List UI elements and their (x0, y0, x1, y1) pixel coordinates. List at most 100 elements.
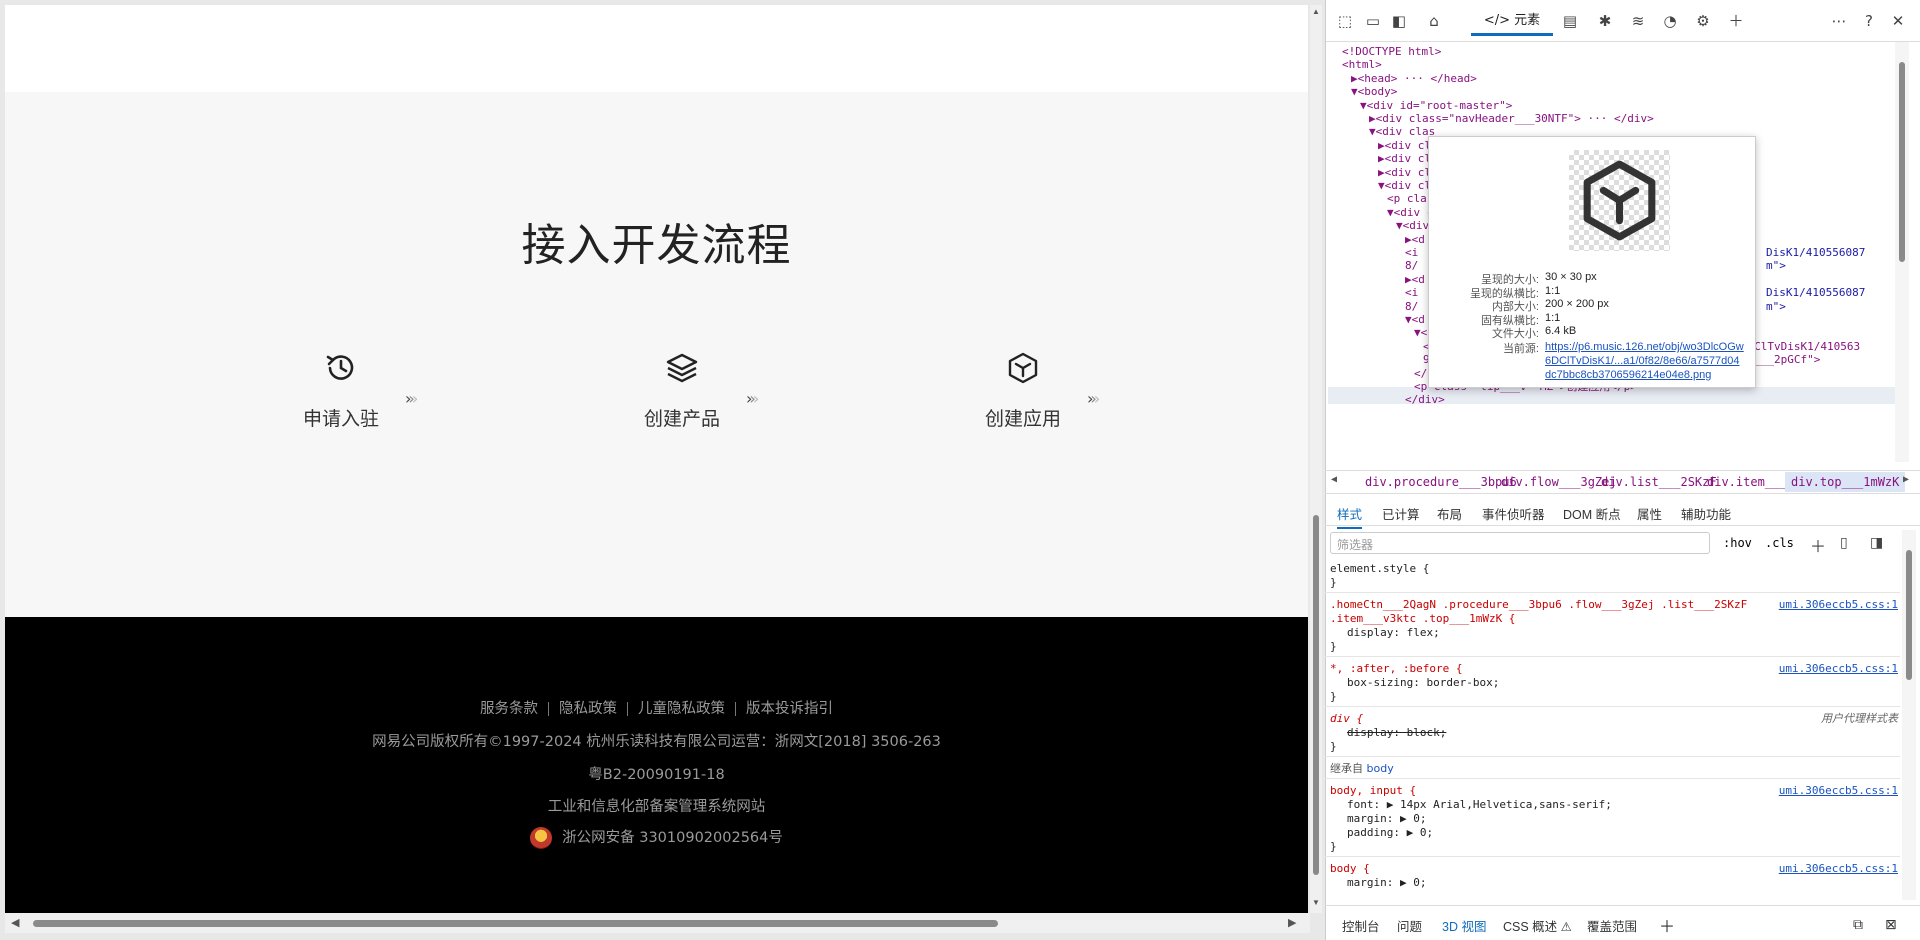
tab-accessibility[interactable]: 辅助功能 (1681, 504, 1731, 523)
tab-3d-view[interactable]: 3D 视图 (1442, 916, 1486, 935)
rule-selector[interactable]: body { (1330, 862, 1370, 876)
page-top-area (5, 5, 1308, 92)
console-icon[interactable]: ▤ (1561, 12, 1579, 30)
breadcrumb-item[interactable]: div.list___2SKzF (1601, 475, 1717, 489)
rule-declaration[interactable]: margin: ▶ 0; (1347, 876, 1426, 890)
tab-layout[interactable]: 布局 (1437, 504, 1462, 523)
performance-icon[interactable]: ◔ (1661, 12, 1679, 30)
rule-source-link[interactable]: umi.306eccb5.css:1 (1779, 862, 1898, 876)
breadcrumb-right-icon[interactable]: ▶ (1903, 474, 1909, 485)
rule-declaration[interactable]: display: block; (1347, 726, 1446, 740)
clock-refresh-icon (326, 355, 354, 380)
scroll-thumb[interactable] (1313, 515, 1319, 875)
brace: } (1330, 740, 1337, 753)
scroll-left-icon[interactable]: ◀ (11, 916, 19, 929)
page-viewport: 接入开发流程 申请入驻 ››› 创建产品 ››› 创建应用 ››› 服务条款 隐… (5, 5, 1308, 913)
complaint-link[interactable]: 版本投诉指引 (746, 701, 833, 717)
layers-icon (666, 353, 698, 383)
tab-coverage[interactable]: 覆盖范围 (1587, 916, 1637, 935)
rule-selector[interactable]: *, :after, :before { (1330, 662, 1462, 676)
rule-selector[interactable]: div { (1330, 712, 1363, 726)
breadcrumb-left-icon[interactable]: ◀ (1331, 474, 1337, 485)
page-horizontal-scrollbar[interactable]: ◀ ▶ (5, 913, 1310, 933)
dock-drawer-icon[interactable]: ⧉ (1853, 916, 1863, 933)
scroll-up-icon[interactable]: ▲ (1310, 7, 1322, 16)
brace: } (1330, 640, 1337, 653)
cube-icon (1583, 160, 1656, 241)
home-icon[interactable]: ⌂ (1425, 12, 1443, 30)
hov-button[interactable]: :hov (1723, 536, 1752, 550)
dom-breadcrumb: ◀ div.procedure___3bpu6 div.flow___3gZej… (1325, 470, 1920, 494)
dom-node-row-tail: m"> (1766, 299, 1786, 313)
police-badge-icon (530, 827, 553, 849)
tab-elements[interactable]: </> 元素 (1471, 10, 1553, 36)
rule-declaration[interactable]: font: ▶ 14px Arial,Helvetica,sans-serif; (1347, 798, 1612, 812)
page-vertical-scrollbar[interactable]: ▲ ▼ (1310, 5, 1322, 913)
miit-link[interactable]: 工业和信息化部备案管理系统网站 (5, 795, 1308, 816)
scroll-right-icon[interactable]: ▶ (1288, 916, 1296, 929)
gear-icon[interactable]: ⚙ (1694, 12, 1712, 30)
flow-arrow-icon: ››› (405, 389, 419, 408)
new-rule-icon[interactable]: ＋ (1810, 533, 1826, 557)
rule-selector[interactable]: body, input { (1330, 784, 1416, 798)
dock-icon[interactable]: ◧ (1390, 12, 1408, 30)
procedure-section: 接入开发流程 申请入驻 ››› 创建产品 ››› 创建应用 ››› (5, 92, 1308, 617)
add-tab-icon[interactable]: ＋ (1727, 12, 1745, 30)
bug-icon[interactable]: ✱ (1596, 12, 1614, 30)
child-privacy-link[interactable]: 儿童隐私政策 (638, 701, 725, 717)
rule-source-link[interactable]: umi.306eccb5.css:1 (1779, 662, 1898, 676)
cls-button[interactable]: .cls (1765, 536, 1794, 550)
tab-console[interactable]: 控制台 (1342, 916, 1380, 935)
wifi-icon[interactable]: ≋ (1629, 12, 1647, 30)
terms-link[interactable]: 服务条款 (480, 701, 538, 717)
element-style-selector[interactable]: element.style { (1330, 562, 1429, 576)
tab-computed[interactable]: 已计算 (1382, 504, 1420, 523)
popup-source-link[interactable]: https://p6.music.126.net/obj/wo3DlcOGw6D… (1545, 340, 1745, 382)
rule-selector[interactable]: .item___v3ktc .top___1mWzK { (1330, 612, 1515, 626)
brace: } (1330, 576, 1337, 589)
close-icon[interactable]: ✕ (1889, 12, 1907, 30)
scroll-thumb[interactable] (1906, 550, 1912, 680)
breadcrumb-item-selected[interactable]: div.top___1mWzK (1785, 472, 1906, 492)
breadcrumb-item[interactable]: div.flow___3gZej (1501, 475, 1617, 489)
dom-node-row[interactable]: </div> (1405, 392, 1445, 408)
icp-link[interactable]: 粤B2-20090191-18 (5, 763, 1308, 784)
rule-declaration[interactable]: box-sizing: border-box; (1347, 676, 1499, 690)
tab-properties[interactable]: 属性 (1637, 504, 1662, 523)
sidebar-toggle-icon[interactable]: ◨ (1870, 534, 1883, 551)
add-drawer-tab-icon[interactable]: ＋ (1659, 913, 1675, 937)
tab-css-overview[interactable]: CSS 概述 ⚠ (1503, 916, 1572, 935)
inspect-icon[interactable]: ⬚ (1336, 12, 1354, 30)
help-icon[interactable]: ? (1860, 12, 1878, 30)
scroll-thumb[interactable] (33, 920, 998, 927)
tab-event-listeners[interactable]: 事件侦听器 (1482, 504, 1545, 523)
styles-scrollbar[interactable] (1902, 530, 1916, 900)
tab-styles[interactable]: 样式 (1337, 504, 1363, 529)
filter-input[interactable]: 筛选器 (1330, 532, 1710, 554)
inherited-from-link[interactable]: body (1367, 762, 1394, 775)
tab-dom-breakpoints[interactable]: DOM 断点 (1563, 504, 1621, 523)
dom-scrollbar[interactable] (1895, 42, 1909, 462)
brace: } (1330, 840, 1337, 853)
close-drawer-icon[interactable]: ⊠ (1885, 916, 1897, 933)
rule-declaration[interactable]: display: flex; (1347, 626, 1440, 640)
copyright-text: 网易公司版权所有©1997-2024 杭州乐读科技有限公司运营：浙网文[2018… (372, 734, 941, 750)
police-record[interactable]: 浙公网安备 33010902002564号 (5, 826, 1308, 849)
rule-source-link[interactable]: umi.306eccb5.css:1 (1779, 784, 1898, 798)
cube-icon (1008, 352, 1038, 384)
drawer-tabs: 控制台 问题 3D 视图 CSS 概述 ⚠ 覆盖范围 ＋ ⧉ ⊠ (1325, 905, 1920, 940)
rule-declaration[interactable]: padding: ▶ 0; (1347, 826, 1433, 840)
more-icon[interactable]: ⋯ (1830, 12, 1848, 30)
device-icon[interactable]: ▭ (1364, 12, 1382, 30)
scroll-thumb[interactable] (1899, 62, 1905, 262)
rule-selector[interactable]: .homeCtn___2QagN .procedure___3bpu6 .flo… (1330, 598, 1747, 612)
privacy-link[interactable]: 隐私政策 (559, 701, 617, 717)
procedure-title: 接入开发流程 (521, 220, 792, 271)
paint-icon[interactable]: ▯ (1840, 534, 1848, 551)
rule-source-link[interactable]: umi.306eccb5.css:1 (1779, 598, 1898, 612)
breadcrumb-item[interactable]: div.procedure___3bpu6 (1365, 475, 1517, 489)
styles-pane: element.style { } .homeCtn___2QagN .proc… (1325, 562, 1900, 902)
rule-declaration[interactable]: margin: ▶ 0; (1347, 812, 1426, 826)
scroll-down-icon[interactable]: ▼ (1310, 898, 1322, 907)
tab-issues[interactable]: 问题 (1397, 916, 1422, 935)
